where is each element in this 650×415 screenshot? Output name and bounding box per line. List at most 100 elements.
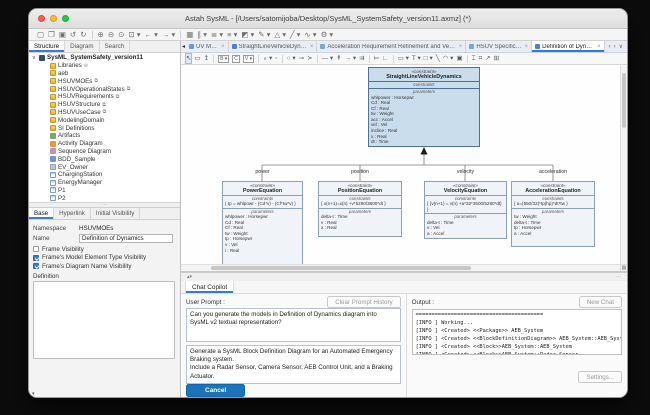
flow-tool[interactable]: → ▾ <box>345 54 357 63</box>
checkbox-icon[interactable] <box>33 246 39 253</box>
tree-item[interactable]: P1 <box>29 187 180 195</box>
separator[interactable] <box>258 54 260 63</box>
name-input[interactable] <box>79 233 173 243</box>
image-tool[interactable]: ▣ <box>456 54 462 63</box>
checkbox-icon[interactable] <box>33 254 39 261</box>
zoom-area-icon[interactable]: ⊡ ▾ <box>128 30 140 40</box>
constraint-block-velocityequation[interactable]: «constraint» VelocityEquation constraint… <box>424 181 507 239</box>
clear-prompt-history-button[interactable]: Clear Prompt History <box>327 296 401 308</box>
tree-item[interactable]: BDD_Sample <box>29 155 180 163</box>
port-tool[interactable]: ∘ ▾ <box>263 54 272 63</box>
fullscreen-window-button[interactable] <box>62 15 69 22</box>
left-panel-tab[interactable]: Structure <box>29 41 66 52</box>
separator[interactable] <box>466 54 468 63</box>
checkbox-icon[interactable] <box>33 263 39 270</box>
tree-item[interactable]: ∨ SysML_SystemSafety_version11 <box>29 54 180 62</box>
pen-icon[interactable]: ✎ ▾ <box>258 30 270 40</box>
open-folder-icon[interactable]: ❐ <box>48 30 55 40</box>
style-icon[interactable]: ∿ ▾ <box>304 30 316 40</box>
tree-item[interactable]: HSUVRequirements ⧉ <box>29 93 180 101</box>
vertical-scrollbar[interactable] <box>620 65 627 264</box>
overview-icon[interactable]: ▦ <box>620 264 627 271</box>
collapse-panel-icons[interactable]: ▴▾ <box>187 274 192 280</box>
actor-tool[interactable]: ◦ <box>275 54 277 63</box>
diagram-tab[interactable]: StraightLineVehicleDynamics × <box>229 41 318 52</box>
zoom-reset-icon[interactable]: ⊙ <box>118 30 124 40</box>
zoom-out-icon[interactable]: ⊖ <box>108 30 114 40</box>
close-tab-icon[interactable]: × <box>459 44 463 50</box>
constraint-block-accelerationequation[interactable]: «constraint» AccelerationEquation constr… <box>511 181 595 247</box>
tree-item[interactable]: Artifacts <box>29 132 180 140</box>
separator[interactable] <box>91 30 93 39</box>
close-tab-icon[interactable]: × <box>525 44 529 50</box>
tree-item[interactable]: SI Definitions <box>29 124 180 132</box>
definition-textarea[interactable] <box>33 280 175 359</box>
distribute-icon[interactable]: ≣ ▾ <box>211 30 223 40</box>
tree-item[interactable]: HSUVMOEs ⧉ <box>29 77 180 85</box>
tree-item[interactable]: HSUVOperationalStates ⧉ <box>29 85 180 93</box>
item-flow-tool[interactable]: ⇉ <box>359 54 364 63</box>
zoom-in-icon[interactable]: ⊕ <box>98 30 104 40</box>
fill-color-icon[interactable]: ◩ ▾ <box>241 30 254 40</box>
tree-item[interactable]: EnergyManager <box>29 179 180 187</box>
left-panel-tab[interactable]: Diagram <box>65 41 100 52</box>
prompt-entry-2[interactable]: Generate a SysML Block Definition Diagra… <box>186 344 401 384</box>
expander-icon[interactable]: ∨ <box>32 55 37 61</box>
scrollbar-thumb[interactable] <box>622 73 626 128</box>
diagram-tab[interactable]: HSUV Specification × <box>466 41 533 52</box>
constraint-block-positionequation[interactable]: «constraint» PositionEquation constraint… <box>318 181 402 237</box>
tree-item[interactable]: Sequence Diagram <box>29 148 180 156</box>
diagram-tab[interactable]: Definition of Dynamics × <box>532 41 605 52</box>
line-icon[interactable]: ╱ ▾ <box>290 30 300 40</box>
select-tool[interactable]: ↖ <box>184 53 193 64</box>
output-log[interactable]: ========================================… <box>411 309 622 355</box>
visibility-checkbox-row[interactable]: Frame's Model Element Type Visibility <box>33 254 176 263</box>
separator[interactable] <box>392 54 394 63</box>
settings-button[interactable]: Settings... <box>578 371 622 383</box>
close-window-button[interactable] <box>38 15 45 22</box>
grid-tool[interactable]: ⌗ <box>479 54 483 63</box>
settings-gear-icon[interactable]: ⚙ ▾ <box>321 30 334 40</box>
undo-icon[interactable]: ↺ <box>70 30 76 40</box>
prev-tab-icon[interactable]: ‹ <box>609 44 611 50</box>
constraint-block-powerequation[interactable]: «constraint» PowerEquation constraints {… <box>222 181 303 269</box>
lasso-tool[interactable]: ▭ <box>194 54 200 63</box>
rect-tool[interactable]: □ ▾ <box>424 54 433 63</box>
align-icon[interactable]: ∥ ▾ <box>197 30 207 40</box>
scroll-down-icon[interactable]: ▾ <box>32 391 35 397</box>
jump-tool[interactable]: ↗ <box>485 54 490 63</box>
redo-icon[interactable]: ↻ <box>80 30 86 40</box>
constraint-tool[interactable]: ⊨ <box>374 54 380 63</box>
separator[interactable] <box>213 54 215 63</box>
tab-list-icon[interactable]: ∨ <box>619 43 623 50</box>
panel-menu-icon[interactable]: ⋯ <box>616 274 621 280</box>
diagram-canvas[interactable]: «constraint» StraightLineVehicleDynamics… <box>181 65 627 271</box>
constraint-block-straightlinevehicledynamics[interactable]: «constraint» StraightLineVehicleDynamics… <box>368 67 480 147</box>
tree-item[interactable]: ChargingStation <box>29 171 180 179</box>
scrollbar-thumb[interactable] <box>211 266 471 270</box>
tree-item[interactable]: HSUVStructure ⧉ <box>29 101 180 109</box>
arc-tool[interactable]: ◠ ▾ <box>443 54 454 63</box>
tree-item[interactable]: EV_Owner <box>29 163 180 171</box>
prompt-entry-1[interactable]: Can you generate the models in Definitio… <box>186 308 401 342</box>
shape-icon[interactable]: △ ▾ <box>274 30 286 40</box>
block-tool[interactable]: B ▾ <box>218 54 230 63</box>
visibility-checkbox-row[interactable]: Frame's Diagram Name Visibility <box>33 262 176 271</box>
separator[interactable] <box>368 54 370 63</box>
property-tab[interactable]: Hyperlink <box>54 208 91 219</box>
back-icon[interactable]: ← ▾ <box>145 30 158 40</box>
forward-icon[interactable]: → ▾ <box>162 30 175 40</box>
tree-item[interactable]: P2 <box>29 194 180 202</box>
minimize-window-button[interactable] <box>50 15 57 22</box>
constraint-block-tool[interactable]: C <box>232 54 240 63</box>
map-view-icon[interactable]: ▦ <box>186 30 193 40</box>
diagonal-tool[interactable]: ╲ <box>436 54 440 63</box>
diagram-tab[interactable]: UV MOEs × <box>186 41 229 52</box>
horizontal-scrollbar[interactable] <box>181 264 620 271</box>
tree-item[interactable]: ModelingDomain <box>29 116 180 124</box>
generalization-tool[interactable]: ≻ <box>307 54 312 63</box>
frame-tool[interactable]: ▭ ▾ <box>398 54 409 63</box>
overview-tool[interactable]: ⊞ <box>494 54 499 63</box>
separator[interactable] <box>316 54 318 63</box>
tree-item[interactable]: HSUVUseCase ⧉ <box>29 109 180 117</box>
